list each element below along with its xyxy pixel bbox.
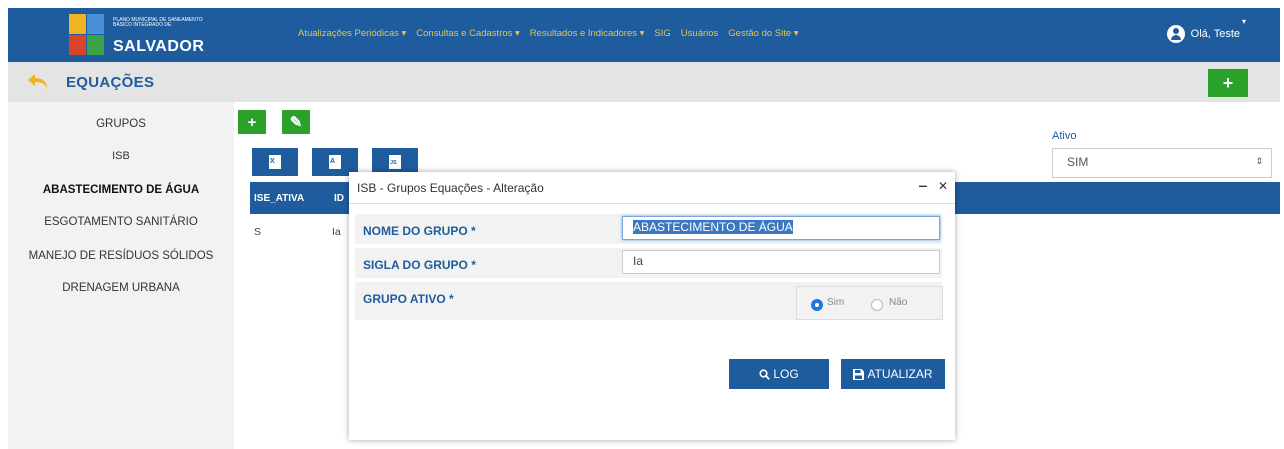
sigla-grupo-label: SIGLA DO GRUPO * <box>363 258 476 272</box>
nav-sig[interactable]: SIG <box>654 28 670 39</box>
top-navbar: PLANO MUNICIPAL DE SANEAMENTO BÁSICO INT… <box>8 8 1280 62</box>
sigla-grupo-input[interactable]: Ia <box>622 250 940 274</box>
cell-ise-ativa[interactable]: S <box>254 226 261 238</box>
log-button-label: LOG <box>773 367 799 381</box>
logo-mark-icon <box>69 14 105 56</box>
user-greeting: Olá, Teste <box>1190 28 1240 40</box>
sidebar-item-abastecimento[interactable]: ABASTECIMENTO DE ÁGUA <box>8 184 234 196</box>
main-nav: Atualizações Periódicas ▾ Consultas e Ca… <box>298 28 799 39</box>
close-icon[interactable]: ✕ <box>938 179 948 193</box>
nome-grupo-label: NOME DO GRUPO * <box>363 224 476 238</box>
radio-nao-label[interactable]: Não <box>889 297 907 308</box>
minimize-icon[interactable]: ‒ <box>919 177 927 193</box>
back-arrow-icon[interactable] <box>26 72 50 92</box>
nav-consultas[interactable]: Consultas e Cadastros ▾ <box>416 28 520 39</box>
log-button[interactable]: LOG <box>729 359 829 389</box>
sidebar-item-drenagem[interactable]: DRENAGEM URBANA <box>8 282 234 294</box>
page-title: EQUAÇÕES <box>66 74 155 91</box>
radio-sim[interactable] <box>811 299 823 311</box>
export-excel-button[interactable]: X <box>252 148 298 176</box>
logo[interactable]: PLANO MUNICIPAL DE SANEAMENTO BÁSICO INT… <box>63 10 213 60</box>
pdf-file-icon: A <box>329 155 341 169</box>
nav-atualizacoes[interactable]: Atualizações Periódicas ▾ <box>298 28 406 39</box>
logo-subtitle: PLANO MUNICIPAL DE SANEAMENTO BÁSICO INT… <box>113 17 203 28</box>
column-id[interactable]: ID <box>334 193 344 204</box>
form-row-nome: NOME DO GRUPO * ABASTECIMENTO DE ÁGUA <box>355 214 942 244</box>
select-arrows-icon: ⇕ <box>1255 156 1263 166</box>
filter-ativo-value: SIM <box>1067 155 1089 169</box>
sigla-grupo-value: Ia <box>633 254 644 268</box>
nav-usuarios[interactable]: Usuários <box>681 28 719 39</box>
grupo-ativo-radio-group: Sim Não <box>796 286 943 320</box>
update-button[interactable]: ATUALIZAR <box>841 359 945 389</box>
sidebar-item-residuos[interactable]: MANEJO DE RESÍDUOS SÓLIDOS <box>8 250 234 262</box>
sidebar-item-esgotamento[interactable]: ESGOTAMENTO SANITÁRIO <box>8 216 234 228</box>
nome-grupo-input[interactable]: ABASTECIMENTO DE ÁGUA <box>622 216 940 240</box>
radio-nao[interactable] <box>871 299 883 311</box>
add-group-button[interactable]: + <box>238 110 266 134</box>
filter-ativo-select[interactable]: SIM ⇕ <box>1052 148 1272 178</box>
sidebar: GRUPOS ISB ABASTECIMENTO DE ÁGUA ESGOTAM… <box>8 102 234 449</box>
update-button-label: ATUALIZAR <box>867 367 933 381</box>
grupo-ativo-label: GRUPO ATIVO * <box>363 292 454 306</box>
user-caret-icon: ▾ <box>1241 17 1246 26</box>
edit-group-button[interactable]: ✎ <box>282 110 310 134</box>
nome-grupo-value: ABASTECIMENTO DE ÁGUA <box>633 220 793 234</box>
dialog-title: ISB - Grupos Equações - Alteração <box>357 181 544 195</box>
edit-group-dialog: ISB - Grupos Equações - Alteração ‒ ✕ NO… <box>349 172 955 440</box>
sidebar-item-isb[interactable]: ISB <box>8 150 234 162</box>
nav-gestao[interactable]: Gestão do Site ▾ <box>728 28 798 39</box>
add-button[interactable]: + <box>1208 69 1248 97</box>
nav-resultados[interactable]: Resultados e Indicadores ▾ <box>530 28 645 39</box>
sidebar-heading-grupos: GRUPOS <box>96 118 146 130</box>
excel-file-icon: X <box>269 155 281 169</box>
json-file-icon: JS <box>389 155 401 169</box>
user-menu[interactable]: Olá, Teste ▾ <box>1166 17 1246 43</box>
cell-id[interactable]: Ia <box>332 226 341 238</box>
logo-title: SALVADOR <box>113 38 205 55</box>
user-avatar-icon <box>1166 25 1185 43</box>
radio-sim-label[interactable]: Sim <box>827 297 844 308</box>
form-row-ativo: GRUPO ATIVO * Sim Não <box>355 282 943 320</box>
form-row-sigla: SIGLA DO GRUPO * Ia <box>355 248 942 278</box>
page-titlebar: EQUAÇÕES + <box>8 62 1280 102</box>
dialog-header[interactable]: ISB - Grupos Equações - Alteração ‒ ✕ <box>349 172 955 204</box>
column-ise-ativa[interactable]: ISE_ATIVA <box>254 193 304 204</box>
search-icon <box>759 368 771 380</box>
save-icon <box>853 368 865 380</box>
filter-ativo-label: Ativo <box>1052 130 1077 142</box>
